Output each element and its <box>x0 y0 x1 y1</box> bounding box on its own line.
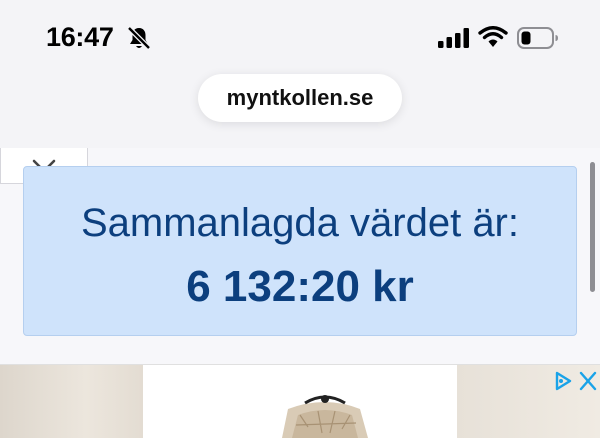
address-bar[interactable]: myntkollen.se <box>198 74 402 122</box>
ad-banner[interactable] <box>0 364 600 438</box>
cellular-signal-icon <box>438 28 469 48</box>
ad-image-left <box>0 365 143 438</box>
wifi-icon <box>478 26 508 47</box>
web-page: Sammanlagda värdet är: 6 132:20 kr <box>0 148 600 438</box>
ad-product-image <box>282 395 368 438</box>
total-value-box: Sammanlagda värdet är: 6 132:20 kr <box>23 166 577 336</box>
close-icon[interactable] <box>578 368 598 394</box>
status-time: 16:47 <box>46 22 114 52</box>
bell-slash-icon <box>127 26 151 50</box>
scrollbar[interactable] <box>590 162 595 292</box>
total-value-label: Sammanlagda värdet är: <box>80 201 519 245</box>
browser-address-area: myntkollen.se <box>0 70 600 148</box>
total-value-amount: 6 132:20 kr <box>186 262 414 311</box>
ad-choices-icon[interactable] <box>553 370 573 392</box>
battery-icon <box>517 27 558 49</box>
status-bar: 16:47 <box>0 0 600 70</box>
